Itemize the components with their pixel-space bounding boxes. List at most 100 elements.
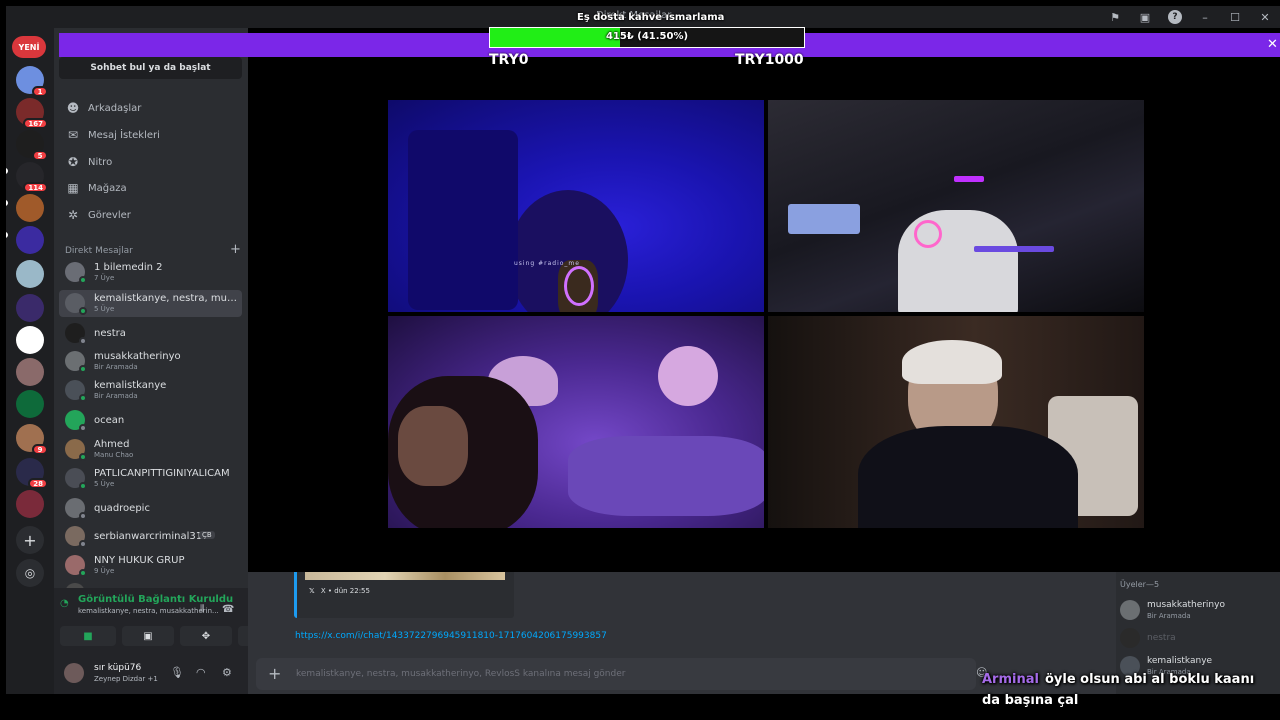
- status-dot: [79, 307, 87, 315]
- title-bar-actions: ⚑ ▣ ? – ☐ ✕: [1100, 8, 1280, 26]
- server-icon[interactable]: 167: [16, 98, 48, 129]
- donation-max-label: TRY1000: [735, 52, 804, 68]
- microphone-icon[interactable]: 🎙: [170, 666, 184, 679]
- nav-message-requests[interactable]: ✉ Mesaj İstekleri: [62, 123, 242, 147]
- server-icon[interactable]: 114: [16, 162, 48, 193]
- server-icon[interactable]: 28: [16, 458, 48, 489]
- dm-item[interactable]: serbianwarcriminal31 ÇB: [59, 523, 242, 550]
- server-icon[interactable]: [16, 358, 44, 386]
- donation-progress: 415₺ (41.50%): [489, 27, 805, 48]
- dm-name: serbianwarcriminal31: [94, 531, 203, 542]
- server-icon[interactable]: [16, 490, 44, 518]
- server-icon[interactable]: 1: [16, 66, 48, 97]
- dm-item[interactable]: kemalistkanye Bir Aramada: [59, 377, 242, 404]
- noise-suppression-icon[interactable]: ⦀: [200, 604, 204, 615]
- overlay-chat-message: Arminal öyle olsun abi al boklu kaanı da …: [982, 669, 1262, 711]
- signal-icon[interactable]: ◔: [60, 598, 69, 609]
- dm-item[interactable]: NNY HUKUK GRUP 9 Üye: [59, 552, 242, 579]
- screen-share-button[interactable]: ▣: [122, 626, 174, 646]
- dm-item[interactable]: kemalistkanye, nestra, musa... 5 Üye: [59, 290, 242, 317]
- video-tile[interactable]: [768, 100, 1144, 312]
- flag-icon[interactable]: ⚑: [1100, 8, 1130, 26]
- dm-item[interactable]: 1 bilemedin 27 Üye: [59, 259, 242, 286]
- close-window-button[interactable]: ✕: [1250, 8, 1280, 26]
- dm-name: nestra: [94, 328, 126, 339]
- member-item[interactable]: musakkatherinyo Bir Aramada: [1120, 596, 1276, 624]
- inbox-icon[interactable]: ▣: [1130, 8, 1160, 26]
- attach-plus-icon[interactable]: +: [268, 664, 281, 683]
- add-server-icon[interactable]: +: [16, 526, 44, 554]
- voice-status-title[interactable]: Görüntülü Bağlantı Kuruldu: [78, 594, 233, 605]
- dm-item[interactable]: ilya: [59, 580, 242, 588]
- embed-footer-text: X • dün 22:55: [320, 587, 370, 595]
- voice-panel: ◔ Görüntülü Bağlantı Kuruldu kemalistkan…: [54, 588, 266, 652]
- member-name: kemalistkanye: [1147, 656, 1213, 666]
- close-icon[interactable]: ✕: [1267, 37, 1278, 52]
- nav-quests[interactable]: ✲ Görevler: [62, 203, 242, 227]
- create-dm-icon[interactable]: +: [230, 242, 241, 257]
- dm-subtext: 7 Üye: [94, 274, 115, 282]
- server-icon[interactable]: 5: [16, 130, 48, 161]
- server-icon[interactable]: 9: [16, 424, 48, 455]
- mushroom-shape: [658, 346, 718, 406]
- unread-pill: [6, 168, 8, 174]
- maximize-button[interactable]: ☐: [1220, 8, 1250, 26]
- headphones-icon[interactable]: ◠: [196, 666, 206, 679]
- explore-icon[interactable]: ◎: [16, 559, 44, 587]
- find-conversation-button[interactable]: Sohbet bul ya da başlat: [59, 57, 242, 79]
- dm-name: 1 bilemedin 2: [94, 262, 163, 273]
- dm-name: PATLICANPITTIĞINIYALİCAM: [94, 468, 230, 479]
- status-dot: [79, 394, 87, 402]
- help-icon[interactable]: ?: [1168, 10, 1182, 24]
- server-icon[interactable]: [16, 390, 44, 418]
- server-rail: YENİ 1 167 5 114 9 28 + ◎: [6, 28, 54, 694]
- server-icon[interactable]: [16, 226, 44, 254]
- nav-shop[interactable]: ▦ Mağaza: [62, 176, 242, 200]
- minimize-button[interactable]: –: [1190, 8, 1220, 26]
- unread-pill: [6, 200, 8, 206]
- dm-item[interactable]: nestra: [59, 320, 242, 347]
- shop-icon: ▦: [67, 181, 79, 195]
- donation-title: Eş dosta kahve ısmarlama: [577, 12, 725, 23]
- dm-item[interactable]: ocean: [59, 407, 242, 434]
- server-icon[interactable]: [16, 260, 44, 288]
- camera-button[interactable]: ■: [60, 626, 116, 646]
- video-tile[interactable]: [768, 316, 1144, 528]
- username[interactable]: sır küpü76: [94, 663, 141, 673]
- new-badge[interactable]: YENİ: [12, 36, 46, 58]
- video-grid: using #radio_me: [248, 28, 1280, 572]
- nav-nitro[interactable]: ✪ Nitro: [62, 150, 242, 174]
- voice-actions: ■ ▣ ✥ ✺: [60, 626, 266, 646]
- nav-label: Mesaj İstekleri: [88, 129, 160, 141]
- member-name: nestra: [1147, 633, 1176, 643]
- dm-subtext: Manu Chao: [94, 451, 134, 459]
- server-icon[interactable]: [16, 294, 44, 322]
- video-tile[interactable]: using #radio_me: [388, 100, 764, 312]
- x-logo-icon: 𝕏: [309, 587, 315, 595]
- wall-poster: [408, 130, 518, 310]
- donation-min-label: TRY0: [489, 52, 529, 68]
- server-icon[interactable]: [16, 326, 44, 354]
- dm-subtext: Bir Aramada: [94, 392, 138, 400]
- dm-item[interactable]: quadroepic: [59, 495, 242, 522]
- video-tile[interactable]: [388, 316, 764, 528]
- activities-button[interactable]: ✥: [180, 626, 232, 646]
- server-icon[interactable]: [16, 194, 44, 222]
- nav-friends[interactable]: ☻ Arkadaşlar: [62, 96, 242, 120]
- dm-item[interactable]: Ahmed Manu Chao: [59, 436, 242, 463]
- nav-label: Nitro: [88, 156, 113, 168]
- dm-item[interactable]: musakkatherinyo Bir Aramada: [59, 348, 242, 375]
- dm-item[interactable]: PATLICANPITTIĞINIYALİCAM 5 Üye: [59, 465, 242, 492]
- person-body: [858, 426, 1078, 528]
- member-item[interactable]: nestra: [1120, 624, 1276, 652]
- message-link[interactable]: https://x.com/i/chat/1433722796945911810…: [295, 631, 607, 641]
- disconnect-icon[interactable]: ☎: [222, 604, 234, 615]
- message-input[interactable]: [296, 666, 896, 682]
- user-panel: sır küpü76 Zeynep Dizdar +1 🎙 ◠ ⚙: [54, 652, 248, 694]
- avatar[interactable]: [64, 663, 84, 683]
- dm-name: Ahmed: [94, 439, 130, 450]
- members-header: Üyeler—5: [1120, 580, 1160, 589]
- nav-label: Arkadaşlar: [88, 102, 142, 114]
- settings-gear-icon[interactable]: ⚙: [222, 666, 232, 679]
- stream-caption: using #radio_me: [514, 260, 580, 267]
